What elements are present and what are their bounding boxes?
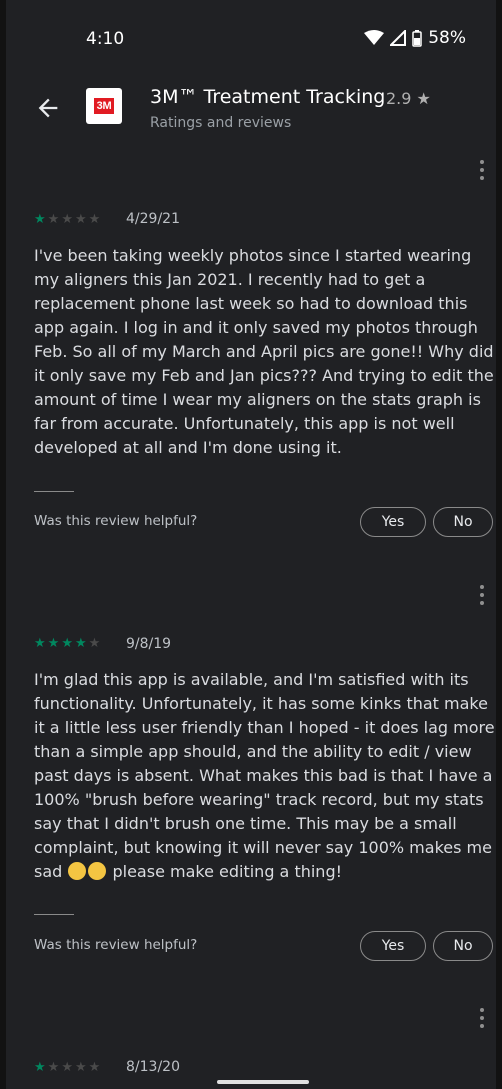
app-header: 3M 3M™ Treatment Tracking 2.9 ★ Ratings … [6, 80, 496, 140]
page-subtitle: Ratings and reviews [150, 115, 292, 131]
status-time: 4:10 [86, 29, 125, 49]
more-vert-icon[interactable] [470, 1006, 494, 1030]
crying-face-emoji-icon [68, 862, 87, 880]
star-icon: ★ [74, 212, 87, 227]
helpful-prompt: Was this review helpful? [34, 937, 198, 953]
star-icon: ★ [34, 636, 46, 651]
app-logo-text: 3M [93, 98, 115, 114]
star-icon: ★ [47, 212, 60, 227]
review-text-end: please make editing a thing! [107, 862, 343, 881]
review-text: I've been taking weekly photos since I s… [34, 246, 494, 457]
star-icon: ★ [74, 1060, 87, 1075]
divider [34, 914, 74, 915]
battery-icon [412, 29, 422, 47]
arrow-left-icon[interactable] [34, 94, 62, 122]
phone-screen: 4:10 58% 3M 3M™ Treatment Tracking 2.9 ★… [0, 0, 502, 1089]
review-text-main: I'm glad this app is available, and I'm … [34, 670, 495, 881]
star-icon: ★ [61, 1060, 73, 1075]
app-logo: 3M [86, 88, 122, 124]
star-icon: ★ [88, 1060, 101, 1075]
app-title: 3M™ Treatment Tracking [150, 86, 386, 108]
more-vert-icon[interactable] [470, 158, 494, 182]
home-indicator[interactable] [217, 1080, 309, 1084]
review-date: 4/29/21 [126, 211, 180, 227]
star-icon: ★ [88, 636, 101, 651]
wifi-icon [364, 30, 385, 45]
star-icon: ★ [34, 1060, 46, 1075]
battery-percent: 58% [428, 28, 466, 48]
yes-button[interactable]: Yes [360, 931, 426, 961]
review-date: 9/8/19 [126, 636, 172, 652]
divider [34, 491, 74, 492]
star-icon: ★ [47, 636, 60, 651]
helpful-prompt: Was this review helpful? [34, 513, 198, 529]
star-rating: ★ ★ ★ ★ ★ [34, 637, 100, 651]
status-bar: 4:10 58% [6, 0, 496, 80]
yes-button[interactable]: Yes [360, 507, 426, 537]
star-rating: ★ ★ ★ ★ ★ [34, 1061, 100, 1075]
status-icons: 58% [364, 28, 466, 48]
signal-icon [390, 30, 407, 46]
review-text: I'm glad this app is available, and I'm … [34, 668, 496, 884]
star-icon: ★ [34, 212, 46, 227]
app-rating: 2.9 ★ [386, 89, 431, 108]
more-vert-icon[interactable] [470, 583, 494, 607]
laughing-face-emoji-icon [88, 862, 107, 880]
no-button[interactable]: No [433, 931, 493, 961]
star-icon: ★ [61, 636, 73, 651]
star-icon: ★ [61, 212, 73, 227]
star-icon: ★ [88, 212, 101, 227]
star-rating: ★ ★ ★ ★ ★ [34, 213, 100, 227]
review-date: 8/13/20 [126, 1059, 180, 1075]
no-button[interactable]: No [433, 507, 493, 537]
star-icon: ★ [74, 636, 87, 651]
star-icon: ★ [47, 1060, 60, 1075]
